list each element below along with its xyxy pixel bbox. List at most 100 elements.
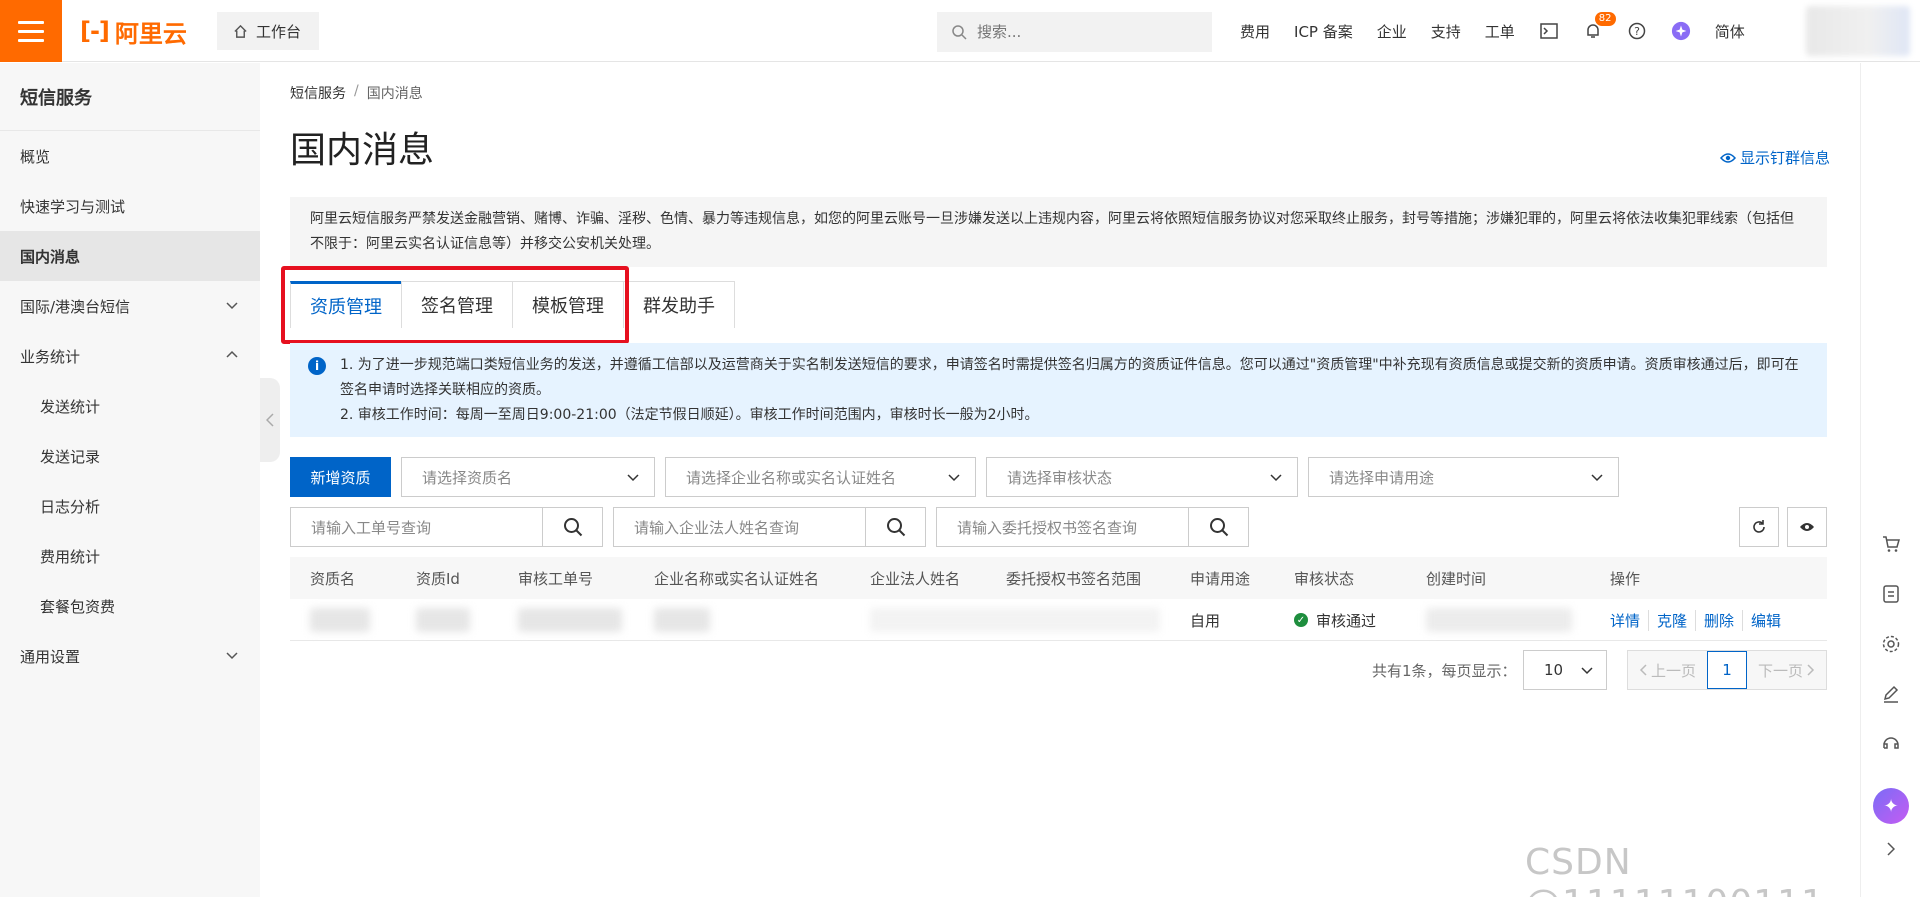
legal-person-search-button[interactable] [865,507,926,547]
breadcrumb: 短信服务 / 国内消息 [290,83,423,103]
column-visibility-button[interactable] [1787,507,1827,547]
select-placeholder: 请选择审核状态 [1007,468,1113,487]
redacted-cell [1426,599,1572,641]
edit-link[interactable]: 编辑 [1743,610,1789,631]
nav-link-support[interactable]: 支持 [1431,21,1461,42]
breadcrumb-separator: / [354,83,359,99]
sidebar-item-package-fees[interactable]: 套餐包资费 [0,581,260,631]
sidebar-item-international[interactable]: 国际/港澳台短信 [0,281,260,331]
ai-assistant-icon[interactable]: ✦ [1873,788,1909,824]
tab-signature[interactable]: 签名管理 [401,281,513,328]
search-row: 请输入工单号查询 请输入企业法人姓名查询 请输入委托授权书签名查询 [290,507,1249,547]
info-alert: i 1. 为了进一步规范端口类短信业务的发送，并遵循工信部以及运营商关于实名制发… [290,343,1827,437]
sidebar-item-cost-stats[interactable]: 费用统计 [0,531,260,581]
operations-cell: 详情 克隆 删除 编辑 [1610,599,1789,641]
watermark: CSDN @11111100111 [1525,842,1824,897]
redacted-cell [416,599,470,641]
sidebar-item-quick-start[interactable]: 快速学习与测试 [0,181,260,231]
hamburger-menu-button[interactable] [0,0,62,62]
sidebar-item-general-settings[interactable]: 通用设置 [0,631,260,681]
legal-person-input[interactable]: 请输入企业法人姓名查询 [613,507,865,547]
qualification-name-select[interactable]: 请选择资质名 [401,457,655,497]
sidebar-item-label: 国际/港澳台短信 [20,297,131,316]
search-input[interactable] [977,23,1177,41]
sidebar-title: 短信服务 [0,63,260,131]
prev-page-button[interactable]: 上一页 [1628,660,1707,681]
total-count-text: 共有1条，每页显示： [1372,661,1517,680]
add-qualification-button[interactable]: 新增资质 [290,457,391,497]
aliyun-logo[interactable]: [-] 阿里云 [80,16,187,48]
main-content: 短信服务 / 国内消息 国内消息 显示钉群信息 阿里云短信服务严禁发送金融营销、… [260,63,1860,897]
headset-icon[interactable] [1880,733,1902,755]
search-icon [563,518,582,537]
ticket-number-input[interactable]: 请输入工单号查询 [290,507,542,547]
sidebar-item-statistics[interactable]: 业务统计 [0,331,260,381]
status-cell: ✓ 审核通过 [1294,599,1376,641]
gear-icon[interactable] [1880,633,1902,655]
svg-text:?: ? [1634,25,1640,38]
check-circle-icon: ✓ [1294,613,1308,627]
cart-icon[interactable] [1880,533,1902,555]
breadcrumb-link[interactable]: 短信服务 [290,83,346,103]
eye-icon [1720,152,1736,163]
ai-assistant-icon[interactable] [1671,21,1691,41]
tab-template[interactable]: 模板管理 [512,281,624,328]
usage-cell: 自用 [1190,611,1221,630]
global-search[interactable] [937,12,1212,52]
edit-icon[interactable] [1880,683,1902,705]
chevron-down-icon [948,474,960,482]
show-dingtalk-info-link[interactable]: 显示钉群信息 [1720,147,1830,168]
column-header: 企业名称或实名认证姓名 [654,569,820,588]
sidebar-item-log-analysis[interactable]: 日志分析 [0,481,260,531]
clone-link[interactable]: 克隆 [1649,609,1697,631]
authorization-signature-input[interactable]: 请输入委托授权书签名查询 [936,507,1188,547]
workbench-button[interactable]: 工作台 [217,12,319,50]
detail-link[interactable]: 详情 [1610,609,1650,631]
refresh-button[interactable] [1739,507,1779,547]
sidebar-item-domestic[interactable]: 国内消息 [0,231,260,281]
sidebar-item-overview[interactable]: 概览 [0,131,260,181]
page-size-select[interactable]: 10 [1523,650,1607,690]
sidebar-item-label: 业务统计 [20,347,81,366]
help-icon[interactable]: ? [1627,21,1647,41]
nav-link-enterprise[interactable]: 企业 [1377,21,1407,42]
tab-bulk-send[interactable]: 群发助手 [623,281,735,328]
nav-link-ticket[interactable]: 工单 [1485,21,1515,42]
nav-link-icp[interactable]: ICP 备案 [1294,21,1353,42]
next-page-button[interactable]: 下一页 [1747,660,1826,681]
bell-icon[interactable]: 82 [1583,12,1616,41]
chevron-down-icon [226,302,238,310]
info-icon: i [308,357,326,375]
account-avatar[interactable] [1806,6,1910,56]
document-icon[interactable] [1880,583,1902,605]
usage-select[interactable]: 请选择申请用途 [1308,457,1619,497]
home-icon [234,24,247,38]
logo-mark-icon: [-] [80,17,110,45]
pagination: 共有1条，每页显示： 10 上一页 1 下一页 [290,650,1827,690]
ticket-search-button[interactable] [542,507,603,547]
authorization-search-button[interactable] [1188,507,1249,547]
chevron-down-icon [1270,474,1282,482]
sidebar-item-send-records[interactable]: 发送记录 [0,431,260,481]
column-header: 资质Id [416,569,460,588]
table-row: 自用 ✓ 审核通过 详情 克隆 删除 编辑 [290,599,1827,641]
page-size-value: 10 [1544,661,1564,679]
terminal-icon[interactable] [1539,21,1559,41]
chevron-down-icon [1591,474,1603,482]
tab-qualification[interactable]: 资质管理 [290,281,402,328]
sidebar-item-send-stats[interactable]: 发送统计 [0,381,260,431]
top-nav-links: 费用 ICP 备案 企业 支持 工单 82 ? 简体 [1240,0,1745,62]
review-status-select[interactable]: 请选择审核状态 [986,457,1298,497]
current-page-button[interactable]: 1 [1707,651,1747,689]
chevron-up-icon [226,350,238,358]
delete-link[interactable]: 删除 [1696,609,1744,631]
language-switch[interactable]: 简体 [1715,21,1745,42]
company-name-select[interactable]: 请选择企业名称或实名认证姓名 [665,457,976,497]
nav-link-billing[interactable]: 费用 [1240,21,1270,42]
search-icon [952,25,967,40]
status-text: 审核通过 [1316,611,1377,630]
info-line: 1. 为了进一步规范端口类短信业务的发送，并遵循工信部以及运营商关于实名制发送短… [340,357,1799,398]
ticket-search: 请输入工单号查询 [290,507,603,547]
eye-icon [1800,523,1814,531]
right-tool-rail: ✦ [1860,63,1920,897]
